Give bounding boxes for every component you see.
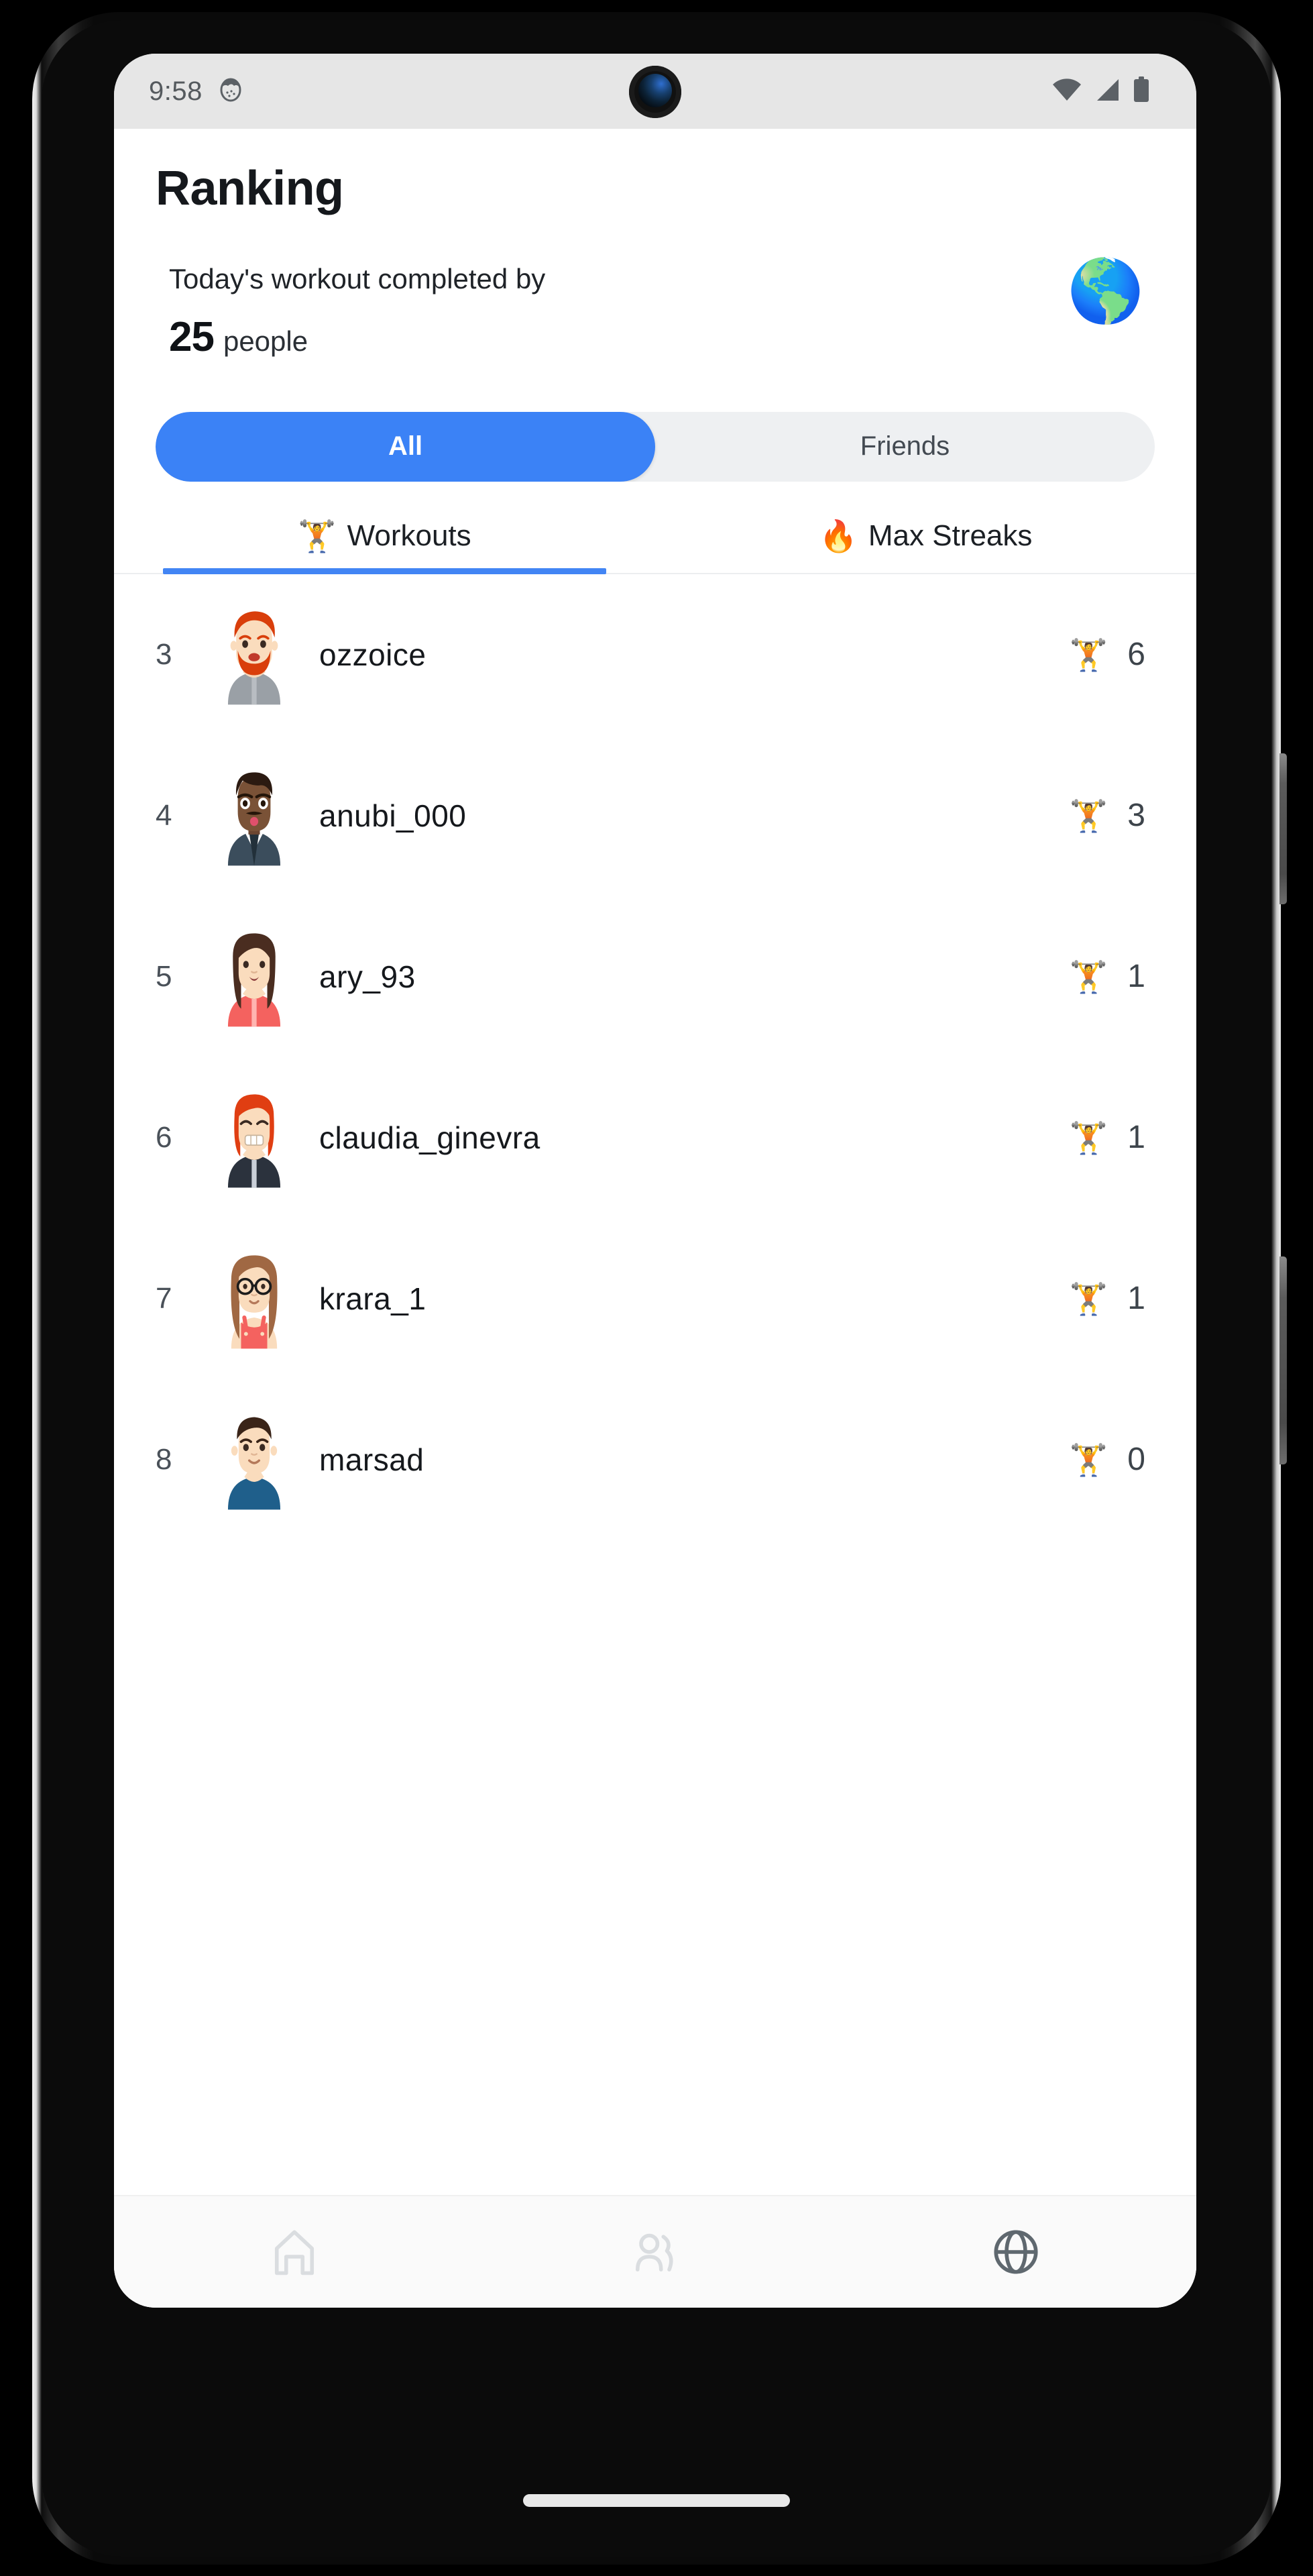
fire-icon: 🔥	[819, 518, 858, 553]
home-icon	[266, 2224, 323, 2280]
rank-score: 🏋️ 1	[1045, 958, 1145, 995]
segment-friends[interactable]: Friends	[655, 412, 1155, 482]
weightlifter-icon: 🏋️	[1069, 959, 1108, 994]
rank-username: marsad	[319, 1442, 424, 1477]
rank-username: claudia_ginevra	[319, 1120, 540, 1155]
rank-score: 🏋️ 1	[1045, 1280, 1145, 1317]
weightlifter-icon: 🏋️	[1069, 1281, 1108, 1316]
weightlifter-icon: 🏋️	[1069, 1442, 1108, 1477]
rank-position: 4	[156, 798, 172, 832]
rank-score: 🏋️ 0	[1045, 1441, 1145, 1478]
table-row[interactable]: 5 ary_93 🏋️ 1	[114, 896, 1196, 1057]
weightlifter-icon: 🏋️	[1069, 798, 1108, 833]
rank-score-value: 0	[1127, 1442, 1145, 1478]
segment-all[interactable]: All	[156, 411, 655, 482]
tab-max-streaks-label: Max Streaks	[868, 519, 1033, 552]
summary-text-block: Today's workout completed by 25 people	[169, 258, 545, 361]
table-row[interactable]: 4 anubi_000 🏋️ 3	[114, 735, 1196, 896]
avatar	[213, 765, 295, 866]
audience-segmented-control: All Friends	[156, 411, 1155, 482]
rank-position: 6	[156, 1120, 172, 1154]
rank-score-value: 1	[1127, 959, 1145, 995]
nav-globe[interactable]	[836, 2224, 1196, 2280]
summary-caption: Today's workout completed by	[169, 263, 546, 294]
rank-username: ary_93	[319, 959, 416, 994]
metric-tabs: 🏋️ Workouts 🔥 Max Streaks	[114, 513, 1196, 574]
gesture-home-bar[interactable]	[523, 2494, 790, 2507]
summary-section: Today's workout completed by 25 people 🌎	[114, 216, 1196, 361]
battery-icon	[1132, 76, 1151, 107]
weightlifter-icon: 🏋️	[298, 518, 337, 553]
rank-username: ozzoice	[319, 637, 426, 672]
avatar	[213, 1409, 295, 1510]
nav-home[interactable]	[114, 2224, 475, 2280]
avatar	[213, 604, 295, 705]
weightlifter-icon: 🏋️	[1069, 637, 1108, 672]
page-title: Ranking	[156, 162, 344, 215]
avatar	[213, 1248, 295, 1349]
table-row[interactable]: 6 claudia_ginevra 🏋️ 1	[114, 1057, 1196, 1218]
ranking-list: 3 ozzoice 🏋️ 6 4 anubi_000 🏋️ 3 5 ary_93…	[114, 574, 1196, 2195]
rank-score: 🏋️ 1	[1045, 1119, 1145, 1156]
status-clock: 9:58	[149, 76, 203, 106]
summary-count-line: 25 people	[169, 313, 545, 361]
weightlifter-icon: 🏋️	[1069, 1120, 1108, 1155]
app-content: Ranking Today's workout completed by 25 …	[114, 129, 1196, 2308]
avatar	[213, 1087, 295, 1188]
tab-max-streaks[interactable]: 🔥 Max Streaks	[655, 513, 1196, 573]
globe-icon	[988, 2224, 1044, 2280]
table-row[interactable]: 3 ozzoice 🏋️ 6	[114, 574, 1196, 735]
notification-dot-icon	[217, 76, 244, 107]
globe-emoji-icon: 🌎	[1067, 257, 1144, 325]
rank-username: krara_1	[319, 1281, 426, 1316]
wifi-icon	[1051, 76, 1082, 107]
summary-count-value: 25	[169, 313, 215, 360]
bottom-navigation	[114, 2195, 1196, 2308]
rank-score-value: 3	[1127, 798, 1145, 834]
table-row[interactable]: 7 krara_1 🏋️ 1	[114, 1218, 1196, 1379]
tab-workouts-label: Workouts	[347, 519, 471, 552]
phone-device-frame: 9:58 Ranking Today's workout completed b…	[32, 12, 1287, 2565]
power-button[interactable]	[1279, 753, 1287, 904]
status-bar: 9:58	[114, 54, 1196, 129]
rank-score-value: 1	[1127, 1120, 1145, 1156]
rank-username: anubi_000	[319, 798, 467, 833]
rank-position: 8	[156, 1442, 172, 1476]
front-camera	[629, 66, 681, 118]
status-bar-right	[1051, 76, 1163, 107]
rank-position: 5	[156, 959, 172, 993]
rank-score: 🏋️ 6	[1045, 636, 1145, 673]
phone-screen: 9:58 Ranking Today's workout completed b…	[114, 54, 1196, 2308]
rank-score: 🏋️ 3	[1045, 797, 1145, 834]
avatar	[213, 926, 295, 1027]
cellular-signal-icon	[1093, 76, 1121, 107]
nav-friends[interactable]	[475, 2224, 836, 2280]
rank-position: 3	[156, 637, 172, 671]
rank-score-value: 1	[1127, 1281, 1145, 1317]
tab-workouts[interactable]: 🏋️ Workouts	[114, 513, 655, 574]
table-row[interactable]: 8 marsad 🏋️ 0	[114, 1379, 1196, 1540]
summary-count-unit: people	[223, 325, 308, 357]
rank-score-value: 6	[1127, 637, 1145, 673]
volume-button[interactable]	[1279, 1256, 1287, 1464]
status-bar-left: 9:58	[149, 76, 244, 107]
friends-icon	[627, 2224, 683, 2280]
rank-position: 7	[156, 1281, 172, 1315]
